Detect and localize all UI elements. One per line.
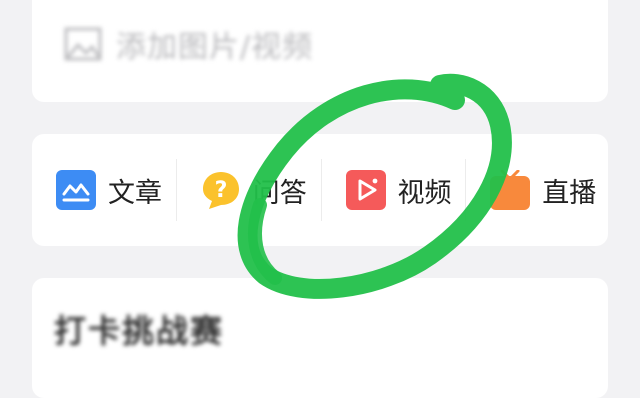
live-tv-icon (490, 170, 531, 210)
creation-type-card: 文章 ? 问答 视频 直播 (32, 134, 608, 246)
creation-type-article-label: 文章 (108, 177, 162, 209)
challenge-card[interactable]: 打卡挑战赛 (32, 278, 608, 398)
creation-type-live-label: 直播 (542, 177, 597, 209)
creation-type-qa[interactable]: ? 问答 (177, 134, 321, 246)
image-icon (64, 27, 102, 61)
add-media-card[interactable]: 添加图片/视频 (32, 0, 608, 102)
challenge-title: 打卡挑战赛 (54, 312, 225, 350)
creation-type-live[interactable]: 直播 (466, 134, 608, 246)
add-media-button[interactable]: 添加图片/视频 (64, 22, 313, 66)
add-media-label: 添加图片/视频 (116, 30, 314, 65)
article-icon (56, 170, 96, 210)
creation-type-video-label: 视频 (397, 177, 452, 209)
svg-text:?: ? (214, 178, 227, 203)
creation-type-qa-label: 问答 (252, 177, 307, 209)
creation-type-video[interactable]: 视频 (322, 134, 466, 246)
video-play-icon (345, 170, 386, 210)
creation-type-article[interactable]: 文章 (32, 134, 176, 246)
question-icon: ? (202, 172, 239, 209)
